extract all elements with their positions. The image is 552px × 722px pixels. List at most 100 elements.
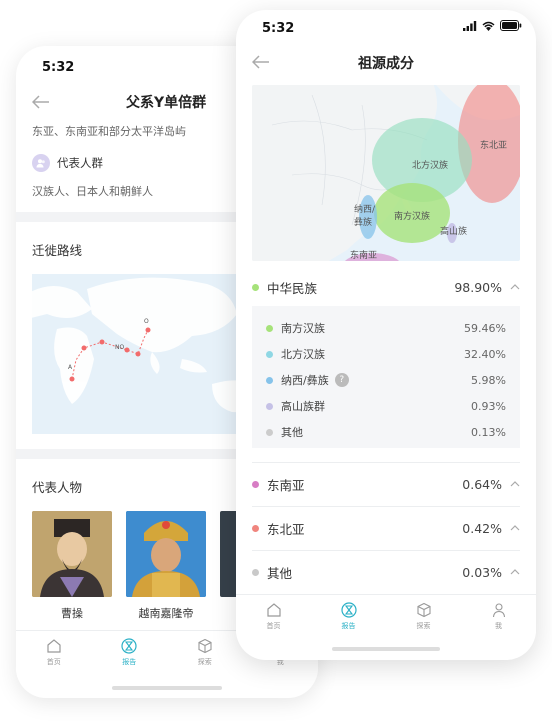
group-name: 东北亚 [267, 521, 305, 537]
subgroup-percent: 59.46% [464, 321, 506, 335]
group-percent: 0.03% [462, 564, 502, 580]
chevron-up-icon [510, 481, 520, 487]
status-time: 5:32 [42, 60, 75, 75]
tab-label: 首页 [266, 622, 281, 630]
figure-portrait [32, 511, 112, 597]
tab-home[interactable]: 首页 [236, 595, 311, 638]
cube-icon [198, 638, 212, 654]
chevron-up-icon [510, 284, 520, 290]
chevron-up-icon [510, 525, 520, 531]
person-icon [492, 603, 505, 618]
ancestry-map[interactable]: 东北亚 北方汉族 南方汉族 纳西/ 彝族 高山族 东南亚 [252, 85, 520, 261]
subgroup-row: 南方汉族 59.46% [266, 320, 506, 336]
tab-me[interactable]: 我 [461, 595, 536, 638]
migration-section-title: 迁徙路线 [32, 243, 83, 258]
tab-bar: 首页 报告 探索 我 [236, 594, 536, 638]
people-icon [32, 154, 50, 172]
subgroup-percent: 0.93% [471, 399, 506, 413]
subgroup-name: 南方汉族 [281, 322, 325, 335]
tab-explore[interactable]: 探索 [167, 631, 243, 678]
map-label-south-han: 南方汉族 [394, 212, 431, 222]
home-icon [47, 639, 61, 653]
battery-icon [500, 20, 522, 31]
page-title: 祖源成分 [358, 56, 414, 72]
route-marker-o: O [144, 318, 149, 325]
help-icon[interactable]: ? [334, 373, 349, 387]
group-dot [252, 480, 259, 488]
group-name: 中华民族 [267, 280, 318, 296]
group-percent: 98.90% [454, 279, 502, 295]
route-marker-no: NO [115, 344, 125, 351]
tab-label: 我 [495, 622, 502, 630]
wifi-icon [482, 21, 495, 31]
map-label-north-han: 北方汉族 [412, 161, 449, 171]
map-label-northeast: 东北亚 [480, 141, 508, 151]
regions-text: 东亚、东南亚和部分太平洋岛屿 [32, 125, 186, 138]
figure-card[interactable]: 曹操 [32, 511, 112, 621]
status-time: 5:32 [262, 21, 295, 36]
figure-portrait [126, 511, 206, 597]
subgroup-percent: 5.98% [471, 373, 506, 387]
map-label-naxi: 纳西/ 彝族 [354, 205, 376, 228]
tab-report[interactable]: 报告 [311, 595, 386, 638]
hourglass-icon [121, 638, 137, 654]
back-arrow-icon[interactable] [31, 94, 50, 109]
subgroup-percent: 32.40% [464, 347, 506, 361]
subgroup-row: 高山族群 0.93% [266, 398, 506, 414]
home-icon [266, 603, 281, 617]
home-indicator [332, 647, 440, 651]
subgroup-row: 北方汉族 32.40% [266, 346, 506, 362]
subgroup-row: 其他 0.13% [266, 424, 506, 440]
group-dot [252, 568, 259, 576]
rep-population-row: 代表人群 [32, 154, 103, 172]
signal-icon [463, 20, 477, 31]
subgroup-name: 高山族群 [281, 400, 325, 413]
figures-section-title: 代表人物 [32, 480, 83, 495]
rep-population-value: 汉族人、日本人和朝鲜人 [32, 185, 153, 198]
subgroup-percent: 0.13% [471, 425, 506, 439]
group-name: 东南亚 [267, 477, 305, 493]
tab-report[interactable]: 报告 [92, 631, 168, 678]
front-phone-screen: 5:32 祖源成分 东北亚 北方汉族 南方汉族 纳西/ 彝族 高山族 东南亚 中… [236, 10, 536, 660]
subgroup-dot [266, 324, 273, 332]
page-title: 父系Y单倍群 [126, 95, 207, 111]
subgroup-name: 其他 [281, 426, 303, 439]
tab-label: 首页 [46, 658, 61, 666]
subgroup-dot [266, 350, 273, 358]
subgroup-row: 纳西/彝族 ? 5.98% [266, 372, 506, 388]
group-dot [252, 283, 259, 291]
ancestry-group-row[interactable]: 东南亚 0.64% [252, 462, 520, 506]
cube-icon [416, 602, 431, 618]
home-indicator [112, 686, 222, 690]
tab-home[interactable]: 首页 [16, 631, 92, 678]
group-dot [252, 524, 259, 532]
rep-population-label: 代表人群 [57, 156, 103, 170]
subgroup-name: 北方汉族 [281, 348, 325, 361]
tab-label: 探索 [197, 658, 212, 666]
figure-card[interactable]: 越南嘉隆帝 [126, 511, 206, 621]
tab-explore[interactable]: 探索 [386, 595, 461, 638]
subgroup-dot [266, 376, 273, 384]
subgroup-name: 纳西/彝族 ? [281, 372, 471, 388]
map-label-southeast: 东南亚 [350, 251, 378, 261]
subgroup-panel: 南方汉族 59.46% 北方汉族 32.40% 纳西/彝族 ? 5.98% 高山… [252, 306, 520, 448]
ancestry-group-row[interactable]: 中华民族 98.90% [252, 265, 520, 309]
chevron-up-icon [510, 569, 520, 575]
figure-name: 越南嘉隆帝 [138, 607, 194, 620]
tab-label: 报告 [122, 658, 137, 666]
subgroup-name-text: 纳西/彝族 [281, 374, 329, 387]
tab-label: 探索 [416, 622, 431, 630]
figure-name: 曹操 [61, 607, 83, 620]
ancestry-group-row[interactable]: 东北亚 0.42% [252, 506, 520, 550]
tab-label: 报告 [341, 622, 356, 630]
map-label-gaoshan: 高山族 [440, 227, 468, 237]
ancestry-group-row[interactable]: 其他 0.03% [252, 550, 520, 594]
hourglass-icon [340, 602, 357, 618]
group-percent: 0.42% [462, 520, 502, 536]
subgroup-dot [266, 428, 273, 436]
subgroup-dot [266, 402, 273, 410]
group-name: 其他 [267, 565, 293, 581]
status-icons [463, 20, 522, 31]
route-marker-a: A [68, 364, 73, 371]
group-percent: 0.64% [462, 476, 502, 492]
